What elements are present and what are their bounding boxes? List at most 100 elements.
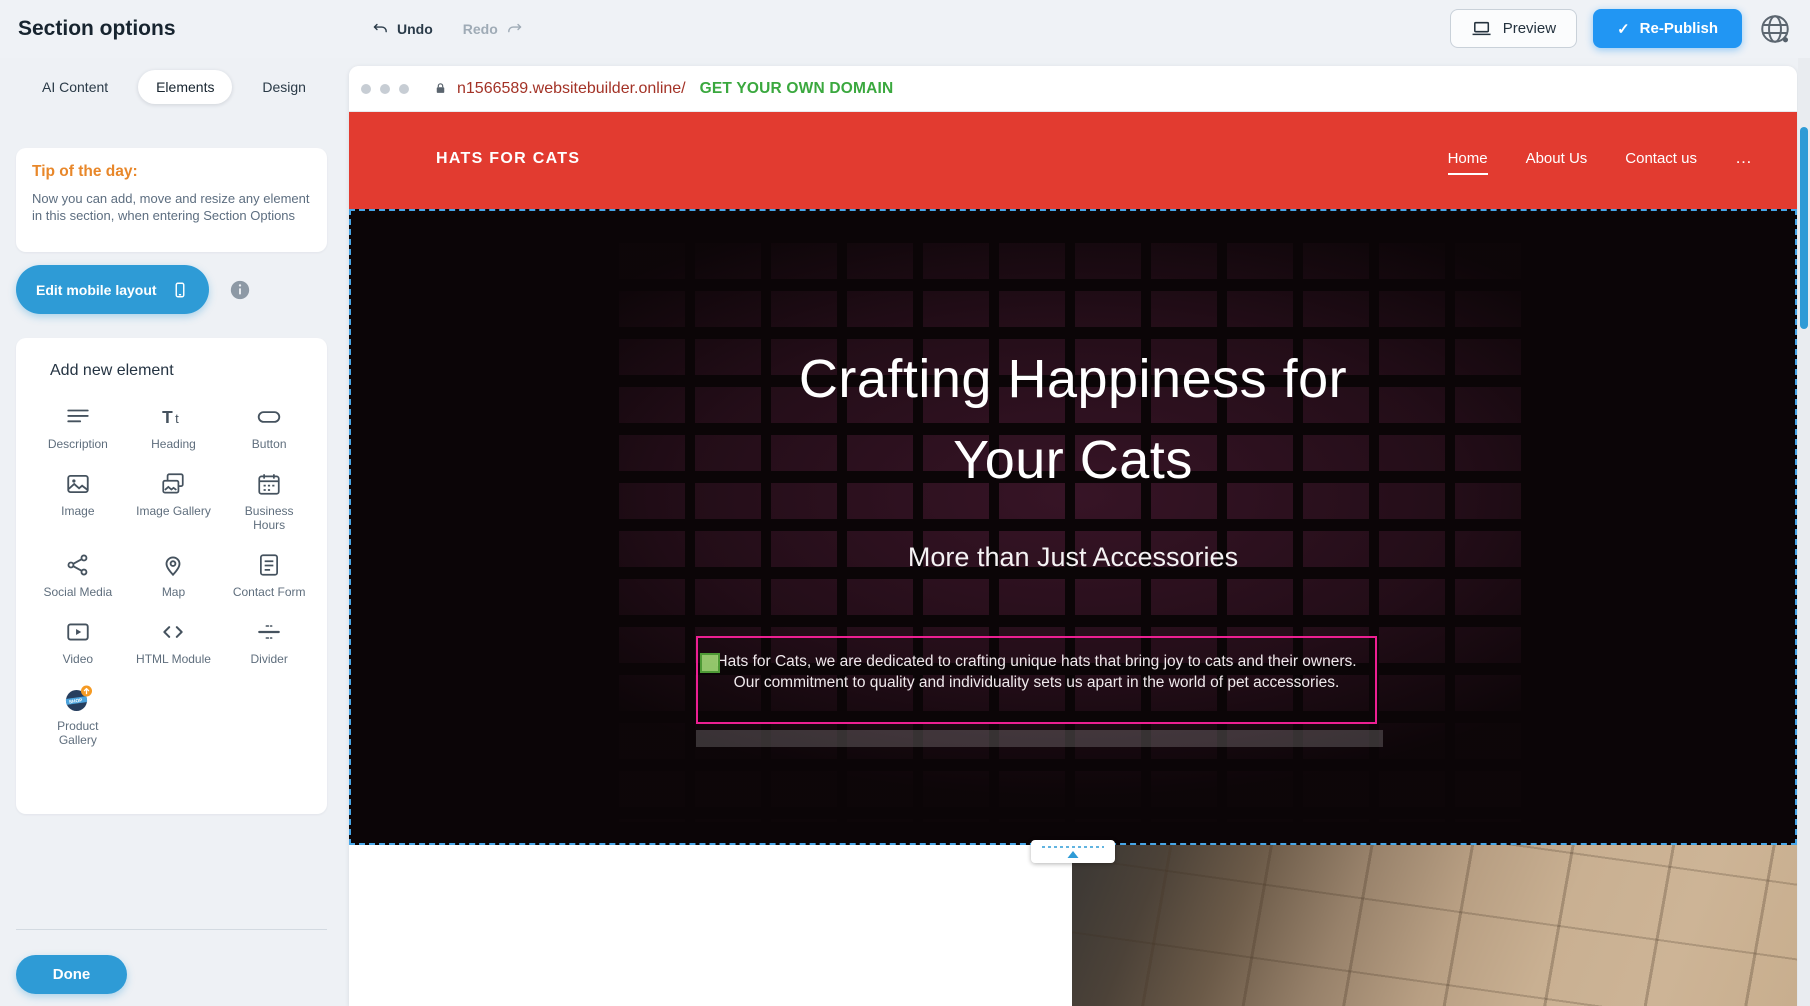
tab-design[interactable]: Design — [248, 70, 320, 104]
html-module-icon — [160, 618, 186, 646]
element-label: HTML Module — [136, 652, 211, 666]
get-domain-link[interactable]: GET YOUR OWN DOMAIN — [700, 80, 894, 98]
tip-body: Now you can add, move and resize any ele… — [32, 190, 318, 224]
element-product-gallery[interactable]: SHOP Product Gallery — [30, 682, 126, 750]
tip-card: Tip of the day: Now you can add, move an… — [16, 148, 327, 252]
window-controls — [361, 84, 409, 94]
element-button[interactable]: Button — [221, 400, 317, 454]
window-dot — [361, 84, 371, 94]
language-globe-button[interactable] — [1758, 10, 1796, 48]
undo-button[interactable]: Undo — [372, 21, 433, 38]
element-video[interactable]: Video — [30, 615, 126, 669]
hero-heading-line2: Your Cats — [953, 430, 1193, 490]
element-drag-handle[interactable] — [700, 653, 720, 673]
map-icon — [160, 551, 186, 579]
image-icon — [65, 470, 91, 498]
element-image[interactable]: Image — [30, 467, 126, 535]
element-label: Video — [63, 652, 93, 666]
element-business-hours[interactable]: Business Hours — [221, 467, 317, 535]
site-header[interactable]: HATS FOR CATS Home About Us Contact us … — [349, 112, 1797, 209]
element-label: Image Gallery — [136, 504, 211, 518]
element-divider[interactable]: Divider — [221, 615, 317, 669]
undo-label: Undo — [397, 21, 433, 37]
tab-elements[interactable]: Elements — [138, 70, 232, 104]
sidebar: AI Content Elements Design Tip of the da… — [0, 58, 349, 1006]
button-icon — [256, 403, 282, 431]
section-resize-handle[interactable] — [1031, 840, 1115, 863]
info-icon[interactable] — [229, 279, 251, 301]
nav-contact-us[interactable]: Contact us — [1625, 150, 1697, 167]
nav-more-icon[interactable]: … — [1735, 148, 1753, 168]
scrollbar-thumb[interactable] — [1800, 127, 1808, 329]
globe-icon — [1758, 12, 1796, 46]
nav-about-us[interactable]: About Us — [1526, 150, 1588, 167]
undo-redo-group: Undo Redo — [372, 0, 523, 58]
product-gallery-icon: SHOP — [63, 685, 93, 713]
element-heading[interactable]: Tt Heading — [126, 400, 222, 454]
window-dot — [380, 84, 390, 94]
republish-label: Re-Publish — [1640, 20, 1718, 37]
undo-icon — [372, 21, 389, 38]
check-icon: ✓ — [1617, 20, 1630, 38]
pavement-photo — [1072, 845, 1797, 1006]
site-logo[interactable]: HATS FOR CATS — [436, 150, 580, 168]
hero-section[interactable]: Crafting Happiness for Your Cats More th… — [349, 209, 1797, 845]
canvas-scrollbar[interactable] — [1798, 58, 1810, 1006]
element-label: Divider — [250, 652, 287, 666]
lock-icon — [433, 81, 448, 96]
site-nav: Home About Us Contact us … — [1448, 148, 1753, 168]
republish-button[interactable]: ✓ Re-Publish — [1593, 9, 1742, 48]
redo-label: Redo — [463, 21, 498, 37]
contact-form-icon — [256, 551, 282, 579]
element-map[interactable]: Map — [126, 548, 222, 602]
divider-icon — [256, 618, 282, 646]
preview-button[interactable]: Preview — [1450, 9, 1577, 48]
element-html-module[interactable]: HTML Module — [126, 615, 222, 669]
done-button[interactable]: Done — [16, 955, 127, 994]
sidebar-tabs: AI Content Elements Design — [28, 70, 320, 104]
selection-ghost-bar — [696, 730, 1383, 747]
video-icon — [65, 618, 91, 646]
image-gallery-icon — [160, 470, 186, 498]
element-label: Contact Form — [233, 585, 306, 599]
window-dot — [399, 84, 409, 94]
redo-button[interactable]: Redo — [463, 21, 523, 38]
topbar: Section options Undo Redo Preview — [0, 0, 1810, 58]
selected-text-element[interactable]: Hats for Cats, we are dedicated to craft… — [696, 636, 1377, 724]
next-section[interactable] — [349, 845, 1797, 1006]
edit-mobile-label: Edit mobile layout — [36, 282, 157, 298]
heading-icon: Tt — [160, 403, 186, 431]
site-preview: HATS FOR CATS Home About Us Contact us …… — [349, 112, 1797, 1006]
element-label: Description — [48, 437, 108, 451]
hero-body-line2: Our commitment to quality and individual… — [734, 674, 1340, 691]
element-description[interactable]: Description — [30, 400, 126, 454]
element-label: Button — [252, 437, 287, 451]
element-label: Business Hours — [228, 504, 310, 532]
redo-icon — [506, 21, 523, 38]
add-element-title: Add new element — [50, 362, 327, 380]
element-label: Image — [61, 504, 94, 518]
element-label: Product Gallery — [37, 719, 119, 747]
element-image-gallery[interactable]: Image Gallery — [126, 467, 222, 535]
hero-heading[interactable]: Crafting Happiness for Your Cats — [351, 339, 1795, 501]
app-root: Section options Undo Redo Preview — [0, 0, 1810, 1006]
browser-frame: n1566589.websitebuilder.online/ GET YOUR… — [349, 66, 1797, 1006]
hero-heading-line1: Crafting Happiness for — [799, 349, 1347, 409]
business-hours-icon — [256, 470, 282, 498]
devices-icon — [1471, 20, 1493, 38]
element-social-media[interactable]: Social Media — [30, 548, 126, 602]
svg-text:t: t — [176, 411, 180, 426]
edit-mobile-row: Edit mobile layout — [16, 265, 251, 314]
element-contact-form[interactable]: Contact Form — [221, 548, 317, 602]
nav-home[interactable]: Home — [1448, 150, 1488, 167]
edit-mobile-layout-button[interactable]: Edit mobile layout — [16, 265, 209, 314]
tip-title: Tip of the day: — [32, 163, 311, 181]
element-label: Social Media — [43, 585, 112, 599]
hero-body-line1: Hats for Cats, we are dedicated to craft… — [716, 653, 1356, 670]
svg-text:T: T — [163, 407, 174, 427]
site-url[interactable]: n1566589.websitebuilder.online/ — [457, 80, 686, 98]
browser-chrome: n1566589.websitebuilder.online/ GET YOUR… — [349, 66, 1797, 112]
hero-subheading[interactable]: More than Just Accessories — [351, 541, 1795, 573]
tab-ai-content[interactable]: AI Content — [28, 70, 122, 104]
preview-label: Preview — [1503, 20, 1556, 37]
